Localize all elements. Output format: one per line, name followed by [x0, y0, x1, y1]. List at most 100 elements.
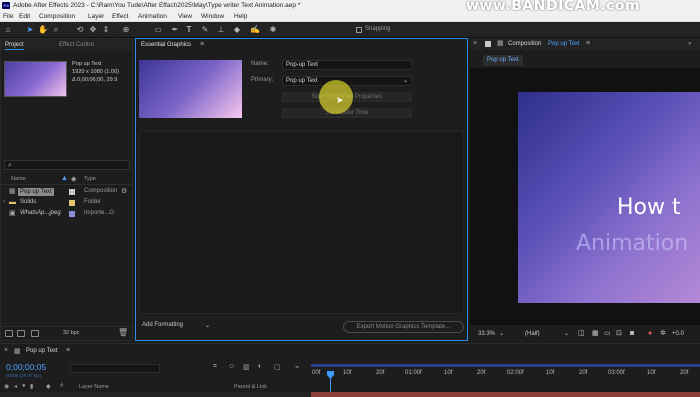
export-motion-graphics-template-button[interactable]: Export Motion Graphics Template...: [343, 321, 464, 333]
menu-view[interactable]: View: [178, 11, 192, 22]
tab-essential-graphics[interactable]: Essential Graphics: [141, 39, 191, 51]
parent-link-header[interactable]: Parent & Link: [234, 384, 267, 390]
pen-icon[interactable]: ✒: [170, 25, 180, 35]
home-icon[interactable]: ⌂: [3, 25, 13, 35]
motion-blur-icon[interactable]: ◐: [258, 363, 262, 370]
type-icon[interactable]: T: [184, 25, 194, 35]
tab-timeline[interactable]: Pop up Text: [26, 348, 58, 354]
graph-editor-toggle-icon[interactable]: ⌁: [295, 363, 299, 371]
tab-composition[interactable]: Composition: [508, 38, 541, 50]
lock-icon[interactable]: ▮: [30, 383, 33, 390]
panel-menu-icon[interactable]: ≡: [586, 38, 590, 50]
sort-arrow-icon[interactable]: ▲: [61, 175, 68, 182]
composition-footer: 33.3% ⌄ (Half) ⌄ ◫ ▦ ▭ ⊡ ◙ ● ✲ +0.0: [470, 327, 700, 341]
label-color-swatch: [69, 189, 75, 195]
project-selected-duration: Δ 0;00;06;00, 29.9: [72, 77, 118, 83]
composition-navigator-tab[interactable]: Pop up Text: [483, 55, 523, 66]
menu-composition[interactable]: Composition: [39, 11, 75, 22]
project-thumbnail: [4, 61, 67, 97]
graph-editor-icon[interactable]: ▢: [274, 363, 281, 371]
tab-project[interactable]: Project: [5, 39, 24, 51]
menu-window[interactable]: Window: [201, 11, 224, 22]
zoom-dropdown[interactable]: 33.3%: [478, 327, 495, 341]
tab-effect-controls[interactable]: Effect Contro: [59, 39, 94, 51]
resolution-dropdown[interactable]: (Half): [525, 327, 540, 341]
project-footer: 32 bpc 🗑: [1, 326, 132, 340]
lock-icon[interactable]: [485, 41, 491, 47]
menu-layer[interactable]: Layer: [88, 11, 104, 22]
menu-edit[interactable]: Edit: [19, 11, 30, 22]
grid-guides-icon[interactable]: ⊡: [616, 327, 622, 341]
label-tag-icon[interactable]: ◆: [46, 383, 51, 390]
panel-menu-icon[interactable]: ≡: [200, 39, 204, 51]
trash-icon[interactable]: 🗑: [118, 328, 128, 337]
ruler-tick-label: 20f: [680, 370, 689, 376]
layer-duration-bar[interactable]: [311, 392, 700, 397]
audio-icon[interactable]: ◂: [14, 383, 17, 390]
project-search-input[interactable]: ⌕: [4, 160, 130, 170]
flowchart-icon[interactable]: ⚙: [121, 186, 127, 197]
camera-icon[interactable]: ◙: [630, 327, 634, 341]
color-channel-icon[interactable]: ●: [648, 327, 652, 341]
close-icon[interactable]: ×: [473, 38, 477, 50]
brush-icon[interactable]: ✎: [200, 25, 210, 35]
hand-icon[interactable]: ✋: [38, 25, 48, 35]
column-name-header[interactable]: Name: [11, 176, 26, 182]
project-tab-bar: Project Effect Contro: [1, 39, 132, 51]
timeline-search-input[interactable]: [70, 364, 160, 373]
snapping-checkbox[interactable]: [356, 27, 362, 33]
zoom-icon[interactable]: ⌕: [51, 25, 61, 35]
eraser-icon[interactable]: ◆: [232, 25, 242, 35]
current-time-display[interactable]: 0;00;00;05: [6, 362, 46, 372]
clone-stamp-icon[interactable]: ⊥: [216, 25, 226, 35]
frame-blending-icon[interactable]: ▥: [243, 363, 250, 371]
draft-3d-icon[interactable]: ⌗: [213, 363, 217, 371]
menu-animation[interactable]: Animation: [138, 11, 167, 22]
time-ruler[interactable]: 00f 10f 20f 01:00f 10f 20f 02:00f 10f 20…: [310, 366, 700, 380]
project-row[interactable]: ▣ WhatsAp...jpeg Importe...G: [1, 208, 132, 219]
ruler-tick-label: 01:00f: [405, 370, 422, 376]
bpc-indicator[interactable]: 32 bpc: [63, 330, 80, 336]
project-row[interactable]: › ▬ Solids Folder: [1, 197, 132, 208]
chevron-right-icon[interactable]: »: [688, 38, 691, 50]
menu-effect[interactable]: Effect: [112, 11, 129, 22]
column-type-header[interactable]: Type: [84, 176, 96, 182]
menu-help[interactable]: Help: [234, 11, 247, 22]
roto-brush-icon[interactable]: ✍: [250, 25, 260, 35]
transparency-grid-icon[interactable]: ▦: [592, 327, 599, 341]
composition-viewer[interactable]: How t Animation: [470, 68, 700, 325]
new-folder-icon[interactable]: [17, 330, 25, 337]
layer-name-header[interactable]: Layer Name: [79, 384, 109, 390]
label-tag-icon[interactable]: ◆: [71, 175, 76, 183]
menu-file[interactable]: File: [3, 11, 13, 22]
puppet-pin-icon[interactable]: ✱: [268, 25, 278, 35]
shy-layers-icon[interactable]: ☺: [228, 363, 235, 370]
add-formatting-dropdown[interactable]: Add Formatting ⌄: [142, 322, 210, 329]
close-icon[interactable]: ×: [4, 347, 8, 354]
chevron-right-icon[interactable]: ›: [3, 197, 5, 208]
tab-composition-name[interactable]: Pop up Text: [548, 38, 580, 50]
ruler-tick-label: 20f: [477, 370, 486, 376]
selection-icon[interactable]: ➤: [25, 25, 35, 35]
project-row[interactable]: ▦ Pop up Text Composition ⚙: [1, 186, 132, 197]
track-z-icon[interactable]: ⇕: [101, 25, 111, 35]
exposure-value[interactable]: +0.0: [672, 327, 684, 341]
mask-visibility-icon[interactable]: ▭: [604, 327, 611, 341]
name-field[interactable]: Pop-up Text: [282, 60, 412, 70]
pan-behind-icon[interactable]: ⊕: [121, 25, 131, 35]
track-xy-icon[interactable]: ✥: [88, 25, 98, 35]
solo-icon[interactable]: ●: [22, 383, 26, 389]
new-composition-icon[interactable]: [31, 330, 39, 337]
interpret-footage-icon[interactable]: [5, 330, 13, 337]
panel-menu-icon[interactable]: ≡: [66, 347, 70, 354]
rectangle-icon[interactable]: ▭: [153, 25, 163, 35]
project-selected-name: Pop up Text: [72, 61, 102, 67]
orbit-icon[interactable]: ⟲: [75, 25, 85, 35]
ruler-tick-label: 10f: [343, 370, 352, 376]
essential-graphics-content-area: [139, 131, 464, 314]
exposure-reset-icon[interactable]: ✲: [660, 327, 666, 341]
eye-icon[interactable]: ◉: [4, 383, 9, 390]
project-column-headers: Name ▲ ◆ Type: [1, 175, 132, 185]
region-of-interest-icon[interactable]: ◫: [578, 327, 585, 341]
composition-icon: ▦: [9, 188, 16, 195]
